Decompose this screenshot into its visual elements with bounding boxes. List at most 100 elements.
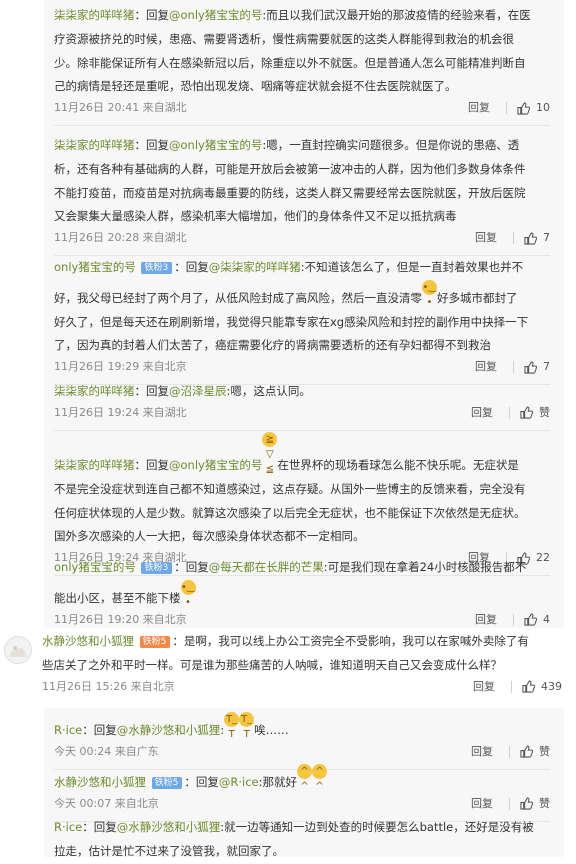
reply-time: 11月26日 19:29 来自北京 <box>54 360 187 374</box>
like-button[interactable]: 4 <box>524 611 550 629</box>
reply-text: 回复@R·ice:那就好 <box>195 775 298 789</box>
divider <box>513 613 514 626</box>
reply-meta: 今天 00:07 来自北京 回复 赞 <box>54 795 550 813</box>
reply-text: 回复@水静沙悠和小狐狸:就一边等通知一边到处查的时候要怎么battle，还好是没… <box>93 820 534 834</box>
thumbs-up-icon <box>517 102 530 115</box>
reply-text: 回复@沼泽星辰:嗯，这点认同。 <box>146 384 311 398</box>
reply-text: 回复@only猪宝宝的号:嗯，一直封控确实问题很多。但是你说的患癌、透 <box>146 138 520 152</box>
reply-text: 国外多次感染的人一大把，每次感染身体状态都不一定相同。 <box>54 529 365 544</box>
like-button[interactable]: 439 <box>522 678 562 696</box>
fan-badge: 铁粉3 <box>141 262 173 274</box>
comment-text: 是啊，我可以线上办公工资完全不受影响，我可以在家喊外卖除了有 <box>183 634 529 648</box>
reply-time: 今天 00:07 来自北京 <box>54 796 159 810</box>
reply-text: 疗资源被挤兑的时候，患癌、需要肾透析，慢性病需要就医的这类人群能得到救治的机会很 <box>54 31 514 46</box>
fan-badge: 铁粉5 <box>139 636 171 648</box>
mention-link[interactable]: @R·ice <box>219 775 259 789</box>
reply-text: 好，我父母已经封了两个月了，从低风险封成了高风险，然后一直没清零 <box>54 290 422 305</box>
comment-meta: 11月26日 15:26 来自北京 回复 439 <box>42 678 562 696</box>
reply-username[interactable]: R·ice <box>54 723 82 737</box>
like-button[interactable]: 赞 <box>520 743 550 761</box>
reply-text: 唉…… <box>254 723 289 737</box>
divider <box>509 745 510 758</box>
mention-link[interactable]: @水静沙悠和小狐狸 <box>117 723 221 737</box>
reply-username[interactable]: 水静沙悠和小狐狸 <box>54 775 146 789</box>
like-count: 赞 <box>539 744 550 758</box>
reply-text: 能出小区，甚至不能下楼 <box>54 590 181 605</box>
reply-username[interactable]: 柒柒家的咩咩猪 <box>54 458 135 472</box>
reply-username[interactable]: R·ice <box>54 820 82 834</box>
divider <box>509 406 510 419</box>
like-count: 7 <box>543 231 550 245</box>
thumbs-up-icon <box>524 361 537 374</box>
reply-time: 11月26日 19:20 来自北京 <box>54 612 187 626</box>
reply-time: 今天 00:24 来自广东 <box>54 744 159 758</box>
reply-text: 少。除非能保证所有人在感染新冠以后，除重症以外不就医。但是普通人怎么可能精准判断… <box>54 55 526 70</box>
reply-button[interactable]: 回复 <box>471 743 501 761</box>
hug-emoji-icon: ^^ <box>297 764 313 792</box>
mention-link[interactable]: @柒柒家的咩咩猪 <box>209 260 301 274</box>
reply-username[interactable]: 柒柒家的咩咩猪 <box>54 384 135 398</box>
reply-item: 柒柒家的咩咩猪：回复@only猪宝宝的号≧▽≦ 在世界杯的现场看球怎么能不快乐呢。… <box>54 432 550 577</box>
like-count: 赞 <box>539 405 550 419</box>
divider <box>513 232 514 245</box>
mention-link[interactable]: @only猪宝宝的号 <box>169 138 262 152</box>
mention-link[interactable]: @每天都在长胖的芒果 <box>209 560 324 574</box>
reply-time: 11月26日 20:41 来自湖北 <box>54 101 187 115</box>
reply-username[interactable]: 柒柒家的咩咩猪 <box>54 138 135 152</box>
mention-link[interactable]: @only猪宝宝的号 <box>169 8 262 22</box>
like-button[interactable]: 7 <box>524 229 550 247</box>
reply-text: 任何症状体现的人是少数。就算这次感染了以后完全无症状，也不能保证下次依然是无症状… <box>54 505 526 520</box>
reply-text: 又会聚集大量感染人群，感染机率大幅增加，他们的身体条件又不足以抵抗病毒 <box>54 209 457 224</box>
like-button[interactable]: 10 <box>517 99 550 117</box>
divider <box>509 797 510 810</box>
reply-text: 己的病情是轻还是重呢，恐怕出现发烧、咽痛等症状就会挺不住去医院就医了。 <box>54 79 457 94</box>
thumbs-up-icon <box>520 797 533 810</box>
reply-username[interactable]: 柒柒家的咩咩猪 <box>54 8 135 22</box>
comment-username[interactable]: 水静沙悠和小狐狸 <box>42 634 134 648</box>
comment-text: 些店关了之外和平时一样。可是谁为那些痛苦的人呐喊，谁知道明天自己又会变成什么样？ <box>42 657 502 672</box>
reply-meta: 11月26日 19:29 来自北京 回复 7 <box>54 358 550 376</box>
reply-text: 不能打疫苗，而疫苗是对抗病毒最重要的防线，这类人群又需要经常去医院就医，开放后医… <box>54 185 526 200</box>
reply-text: 回复@每天都在长胖的芒果:可是我们现在拿着24小时核酸报告都不 <box>185 560 527 574</box>
reply-text: 回复@only猪宝宝的号 <box>146 458 263 472</box>
like-count: 439 <box>541 679 562 693</box>
reply-item: 水静沙悠和小狐狸 铁粉5 ：回复@R·ice:那就好^^^^ 今天 00:07 来… <box>54 764 550 822</box>
reply-text: 了，因为真的封着人们太苦了，癌症需要化疗的肾病需要透析的还有孕妇都得不到救治 <box>54 338 491 353</box>
reply-time: 11月26日 19:24 来自湖北 <box>54 405 187 419</box>
reply-meta: 11月26日 19:24 来自湖北 回复 赞 <box>54 404 550 422</box>
like-button[interactable]: 7 <box>524 358 550 376</box>
like-count: 4 <box>543 612 550 626</box>
reply-item: 柒柒家的咩咩猪：回复@沼泽星辰:嗯，这点认同。 11月26日 19:24 来自湖… <box>54 380 550 431</box>
like-button[interactable]: 赞 <box>520 795 550 813</box>
mention-link[interactable]: @only猪宝宝的号 <box>169 458 262 472</box>
fan-badge: 铁粉5 <box>151 777 183 789</box>
mention-link[interactable]: @沼泽星辰 <box>169 384 227 398</box>
reply-text: 好久了，但是每天还在刷刷新增，我觉得只能靠专家在xg感染风险和封控的副作用中抉择… <box>54 314 529 329</box>
reply-text: 不是完全没症状到连自己都不知道感染过，这点存疑。从国外一些博主的反馈来看，完全没… <box>54 481 526 496</box>
reply-button[interactable]: 回复 <box>473 678 503 696</box>
reply-button[interactable]: 回复 <box>475 358 505 376</box>
divider <box>511 680 512 693</box>
thumbs-up-icon <box>524 232 537 245</box>
crying-emoji-icon: T_T <box>239 712 255 740</box>
reply-username[interactable]: only猪宝宝的号 <box>54 560 136 574</box>
mention-link[interactable]: @水静沙悠和小狐狸 <box>117 820 221 834</box>
reply-username[interactable]: only猪宝宝的号 <box>54 260 136 274</box>
reply-button[interactable]: 回复 <box>468 99 498 117</box>
reply-button[interactable]: 回复 <box>471 795 501 813</box>
reply-button[interactable]: 回复 <box>475 229 505 247</box>
divider <box>513 361 514 374</box>
avatar[interactable] <box>4 636 32 664</box>
like-count: 10 <box>536 101 550 115</box>
reply-item: 柒柒家的咩咩猪：回复@only猪宝宝的号:嗯，一直封控确实问题很多。但是你说的患… <box>54 134 550 257</box>
fan-badge: 铁粉3 <box>141 562 173 574</box>
reply-button[interactable]: 回复 <box>475 611 505 629</box>
comment-item: 水静沙悠和小狐狸 铁粉5 ：是啊，我可以线上办公工资完全不受影响，我可以在家喊外卖… <box>0 630 576 704</box>
thumbs-up-icon <box>520 406 533 419</box>
like-button[interactable]: 赞 <box>520 404 550 422</box>
divider <box>506 102 507 115</box>
comment-time: 11月26日 15:26 来自北京 <box>42 679 175 693</box>
sweat-emoji-icon: •‿• <box>422 279 437 308</box>
thumbs-up-icon <box>524 613 537 626</box>
reply-button[interactable]: 回复 <box>471 404 501 422</box>
